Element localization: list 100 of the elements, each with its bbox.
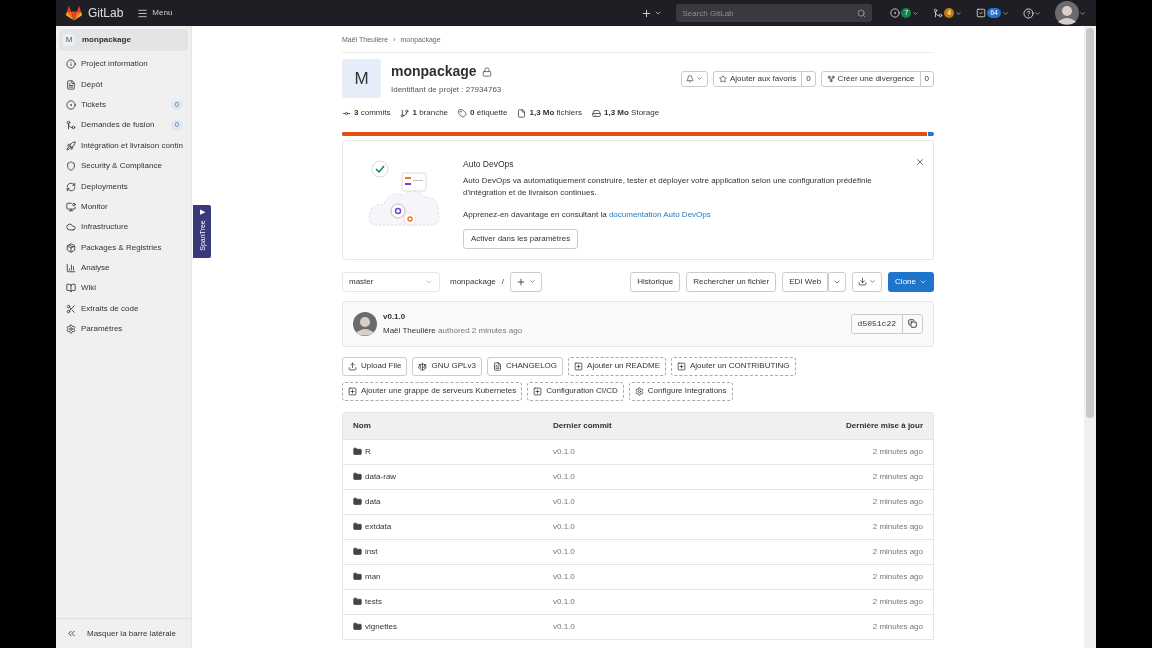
shortcut-button[interactable]: Upload File <box>342 356 408 376</box>
book-icon <box>66 283 76 294</box>
issue-icon <box>66 99 76 110</box>
new-button[interactable] <box>641 7 663 19</box>
commit-link[interactable]: v0.1.0 <box>553 595 763 608</box>
sidebar-item[interactable]: Extraits de code <box>56 298 191 320</box>
table-row[interactable]: vignettes v0.1.0 2 minutes ago <box>343 613 933 639</box>
commit-link[interactable]: v0.1.0 <box>553 545 763 558</box>
sidebar-item[interactable]: Infrastructure <box>56 217 191 238</box>
sidebar-project[interactable]: M monpackage <box>59 29 188 51</box>
stat-link[interactable]: 1,3 Mo fichiers <box>517 107 582 119</box>
clone-button[interactable]: Clone <box>888 271 934 292</box>
scissors-icon <box>66 303 76 314</box>
file-name[interactable]: inst <box>365 545 378 558</box>
updated-time: 2 minutes ago <box>871 545 923 558</box>
commit-link[interactable]: v0.1.0 <box>553 570 763 583</box>
file-name[interactable]: data <box>365 495 381 508</box>
stat-link[interactable]: 1 branche <box>400 107 449 119</box>
package-icon <box>66 242 76 253</box>
commit-link[interactable]: v0.1.0 <box>553 620 763 633</box>
help-icon <box>1023 7 1034 19</box>
sidebar-item[interactable]: Intégration et livraison contin <box>56 135 191 156</box>
table-row[interactable]: tests v0.1.0 2 minutes ago <box>343 588 933 614</box>
documentation-link[interactable]: documentation Auto DevOps <box>608 209 711 219</box>
menu-button[interactable]: Menu <box>137 7 173 19</box>
action-button[interactable]: Créer une divergence <box>821 72 920 85</box>
table-row[interactable]: data-raw v0.1.0 2 minutes ago <box>343 463 933 489</box>
user-menu[interactable] <box>1055 1 1086 25</box>
stat-link[interactable]: 1,3 Mo Storage <box>591 107 660 119</box>
star-icon <box>718 74 727 83</box>
file-name[interactable]: vignettes <box>365 620 398 633</box>
sidebar-item[interactable]: Project information <box>56 54 191 75</box>
file-icon <box>517 108 527 118</box>
column-header: Nom <box>353 419 372 432</box>
sidebar-item[interactable]: Monitor <box>56 196 191 218</box>
commit-link[interactable]: v0.1.0 <box>553 495 763 508</box>
add-icon <box>574 361 584 371</box>
shield-icon <box>66 161 76 172</box>
caret-icon <box>1034 9 1041 17</box>
shortcut-button[interactable]: Ajouter un README <box>568 356 666 376</box>
repo-button[interactable]: Historique <box>630 271 681 292</box>
commit-title[interactable]: v0.1.0 <box>383 310 523 323</box>
sidebar-item[interactable]: Paramètres <box>56 319 191 340</box>
settings-icon <box>66 324 76 335</box>
shortcut-button[interactable]: Configure Integrations <box>628 381 733 401</box>
double-chevron-icon <box>66 628 77 639</box>
action-button[interactable]: Ajouter aux favoris <box>713 72 802 85</box>
commit-link[interactable]: v0.1.0 <box>553 470 763 483</box>
table-row[interactable]: inst v0.1.0 2 minutes ago <box>343 538 933 564</box>
sidebar-item[interactable]: Dépôt <box>56 74 191 95</box>
stat-link[interactable]: 3 commits <box>342 107 391 119</box>
sidebar-item[interactable]: Wiki <box>56 278 191 299</box>
shortcut-button[interactable]: Ajouter une grappe de serveurs Kubernetes <box>342 381 523 401</box>
sidebar-item[interactable]: Analyse <box>56 257 191 279</box>
commit-link[interactable]: v0.1.0 <box>553 445 763 458</box>
file-name[interactable]: extdata <box>365 520 392 533</box>
action-count[interactable]: 0 <box>919 71 933 86</box>
file-name[interactable]: tests <box>365 595 382 608</box>
repo-button[interactable]: EDI Web <box>782 271 829 292</box>
caret-icon <box>1079 9 1086 17</box>
file-name[interactable]: data-raw <box>365 470 397 483</box>
gitlab-logo[interactable] <box>66 5 82 21</box>
stat-link[interactable]: 0 étiquette <box>458 107 508 119</box>
search-field[interactable]: Search GitLab <box>676 4 873 22</box>
file-name[interactable]: man <box>365 570 381 583</box>
updated-time: 2 minutes ago <box>871 520 923 533</box>
shortcut-button[interactable]: Ajouter un CONTRIBUTING <box>671 356 796 376</box>
brand-name[interactable]: GitLab <box>88 4 124 22</box>
collapse-sidebar-button[interactable]: Masquer la barre latérale <box>56 618 191 648</box>
repo-path[interactable]: monpackage <box>450 275 496 288</box>
folder-icon <box>353 597 362 607</box>
scrollbar[interactable] <box>1084 26 1096 648</box>
file-name[interactable]: R <box>365 445 371 458</box>
settings-icon <box>634 386 644 396</box>
shortcut-button[interactable]: Configuration CI/CD <box>527 381 624 401</box>
folder-icon <box>353 622 362 632</box>
sidebar-item[interactable]: Packages & Registries <box>56 237 191 258</box>
enable-settings-button[interactable]: Activer dans les paramètres <box>463 228 579 249</box>
branch-dropdown[interactable]: master <box>342 271 440 292</box>
help-button[interactable] <box>1023 7 1041 19</box>
commit-author[interactable]: Maël Theulière <box>383 325 436 335</box>
shortcut-button[interactable]: GNU GPLv3 <box>412 356 482 376</box>
table-row[interactable]: man v0.1.0 2 minutes ago <box>343 563 933 589</box>
cloud-icon <box>66 222 76 233</box>
table-row[interactable]: data v0.1.0 2 minutes ago <box>343 488 933 514</box>
sidebar-item[interactable]: Security & Compliance <box>56 155 191 177</box>
table-row[interactable]: R v0.1.0 2 minutes ago <box>343 438 933 464</box>
action-count[interactable]: 0 <box>801 71 815 86</box>
autodevops-description: Auto DevOps va automatiquement construire, tester et déployer votre application selon une configuration prédéfinie d'intégration et de livraison continues. <box>463 174 873 199</box>
caret-icon <box>1002 9 1009 17</box>
download-button[interactable] <box>852 271 883 292</box>
close-icon[interactable] <box>915 157 925 167</box>
shortcut-button[interactable]: CHANGELOG <box>486 356 564 376</box>
table-row[interactable]: extdata v0.1.0 2 minutes ago <box>343 513 933 539</box>
notification-button[interactable] <box>680 70 708 87</box>
merge-icon <box>66 120 76 131</box>
updated-time: 2 minutes ago <box>871 570 923 583</box>
sidebar-item[interactable]: Deployments <box>56 176 191 197</box>
repo-button[interactable]: Rechercher un fichier <box>686 271 777 292</box>
commit-link[interactable]: v0.1.0 <box>553 520 763 533</box>
